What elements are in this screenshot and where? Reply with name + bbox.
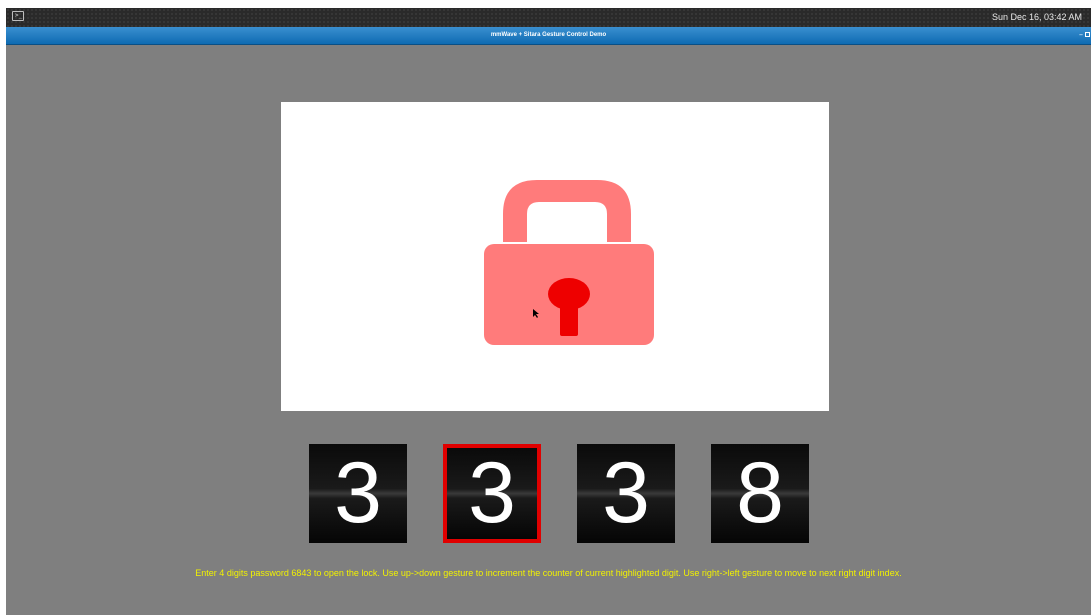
padlock-shackle	[503, 180, 631, 242]
window-title: mmWave + Sitara Gesture Control Demo	[490, 32, 607, 38]
instructions-text: Enter 4 digits password 6843 to open the…	[195, 568, 902, 578]
desktop-screen: >_ Sun Dec 16, 03:42 AM mmWave + Sitara …	[6, 8, 1091, 615]
maximize-icon[interactable]	[1085, 32, 1090, 37]
digit-1[interactable]: 3	[309, 444, 407, 543]
digit-3[interactable]: 3	[577, 444, 675, 543]
terminal-icon[interactable]: >_	[12, 11, 24, 21]
padlock-icon	[484, 180, 654, 345]
mouse-cursor-icon	[533, 309, 539, 318]
digit-4[interactable]: 8	[711, 444, 809, 543]
window-titlebar[interactable]: mmWave + Sitara Gesture Control Demo –	[6, 27, 1091, 45]
system-top-bar: >_ Sun Dec 16, 03:42 AM	[6, 8, 1091, 27]
system-clock: Sun Dec 16, 03:42 AM	[991, 12, 1082, 22]
password-digits: 3 3 3 8	[6, 444, 1091, 544]
keyhole-stem	[560, 298, 578, 336]
digit-2[interactable]: 3	[443, 444, 541, 543]
lock-display-panel	[281, 102, 829, 411]
minimize-button[interactable]: –	[1079, 30, 1083, 40]
